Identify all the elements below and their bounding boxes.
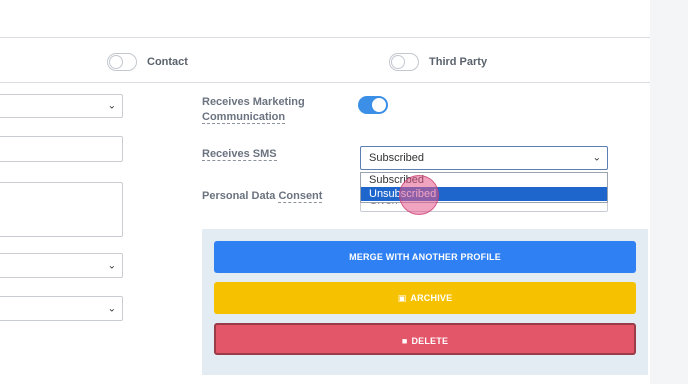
sms-dropdown-list: Subscribed Unsubscribed bbox=[360, 172, 608, 203]
dropdown-option-subscribed[interactable]: Subscribed bbox=[361, 173, 607, 187]
left-textarea[interactable] bbox=[0, 182, 123, 237]
chevron-down-icon: ⌄ bbox=[107, 303, 116, 314]
third-party-label: Third Party bbox=[429, 56, 488, 68]
left-input[interactable] bbox=[0, 136, 123, 162]
click-indicator bbox=[399, 175, 439, 215]
chevron-down-icon: ⌄ bbox=[592, 152, 601, 164]
merge-profile-button[interactable]: MERGE WITH ANOTHER PROFILE bbox=[214, 241, 636, 273]
sms-label-text: Receives SMS bbox=[202, 148, 277, 161]
consent-label-part1: Personal Data bbox=[202, 190, 276, 202]
marketing-label-line2: Communication bbox=[202, 111, 286, 124]
merge-button-label: MERGE WITH ANOTHER PROFILE bbox=[349, 252, 501, 262]
left-select-2[interactable]: ⌄ bbox=[0, 253, 123, 278]
left-select-1[interactable]: ⌄ bbox=[0, 94, 123, 118]
contact-toggle[interactable] bbox=[107, 53, 137, 71]
chevron-down-icon: ⌄ bbox=[107, 100, 116, 112]
divider-top bbox=[0, 37, 650, 38]
actions-panel: MERGE WITH ANOTHER PROFILE ▣ ARCHIVE ■ DEL… bbox=[202, 229, 648, 375]
trash-icon: ■ bbox=[401, 336, 408, 346]
consent-label: Personal Data Consent bbox=[202, 189, 323, 204]
delete-button[interactable]: ■ DELETE bbox=[214, 323, 636, 355]
contact-label: Contact bbox=[147, 56, 188, 68]
sms-select-value: Subscribed bbox=[369, 152, 425, 164]
dropdown-option-unsubscribed[interactable]: Unsubscribed bbox=[361, 187, 607, 201]
marketing-label: Receives Marketing Communication bbox=[202, 95, 342, 125]
marketing-toggle[interactable] bbox=[358, 96, 388, 114]
toggle-knob bbox=[109, 55, 123, 69]
chevron-down-icon: ⌄ bbox=[107, 260, 116, 271]
consent-label-part2: Consent bbox=[278, 190, 323, 203]
archive-icon: ▣ bbox=[397, 293, 407, 303]
sms-label: Receives SMS bbox=[202, 147, 277, 162]
divider-bottom bbox=[0, 82, 650, 83]
page-gutter bbox=[650, 0, 688, 384]
marketing-label-line1: Receives Marketing bbox=[202, 96, 305, 108]
sms-select[interactable]: Subscribed ⌄ bbox=[360, 146, 608, 170]
left-select-3[interactable]: ⌄ bbox=[0, 296, 123, 321]
toggle-knob bbox=[372, 98, 386, 112]
toggle-knob bbox=[391, 55, 405, 69]
archive-button-label: ARCHIVE bbox=[410, 293, 453, 303]
delete-button-label: DELETE bbox=[411, 336, 449, 346]
archive-button[interactable]: ▣ ARCHIVE bbox=[214, 282, 636, 314]
third-party-toggle[interactable] bbox=[389, 53, 419, 71]
